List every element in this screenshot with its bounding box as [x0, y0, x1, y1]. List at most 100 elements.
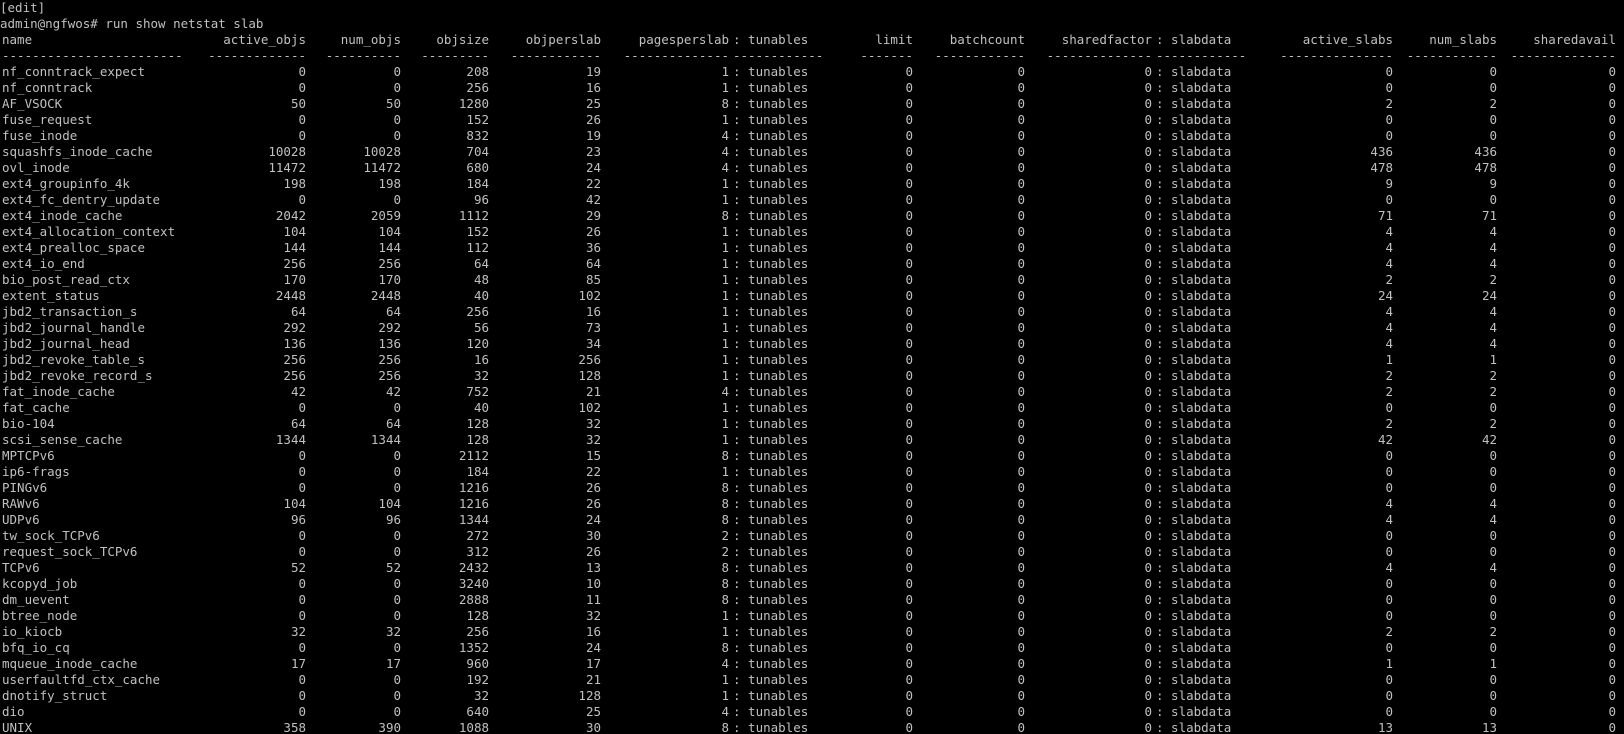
separator-tunables: ------------ [733, 48, 824, 63]
cell-num-slabs: 2 [1489, 368, 1497, 383]
cell-batchcount: 0 [1017, 256, 1025, 271]
cell-batchcount: 0 [1017, 336, 1025, 351]
cell-sharedavail: 0 [1608, 336, 1616, 351]
table-row: jbd2_revoke_record_s 256 256 32 128 1: tunabl… [0, 368, 1624, 384]
cell-tunables: : tunables [733, 208, 809, 223]
cell-limit: 0 [905, 560, 913, 575]
cell-objperslab: 26 [585, 112, 601, 127]
shell-prompt: admin@ngfwos# [0, 16, 98, 31]
cell-active-slabs: 2 [1385, 272, 1393, 287]
cell-limit: 0 [905, 96, 913, 111]
cell-tunables: : tunables [733, 400, 809, 415]
cell-active-objs: 32 [290, 624, 306, 639]
cell-num-slabs: 0 [1489, 464, 1497, 479]
cell-name: tw_sock_TCPv6 [2, 528, 100, 543]
cell-objsize: 184 [466, 464, 489, 479]
edit-context-line: [edit] [0, 0, 46, 15]
separator-objsize: --------- [421, 48, 489, 63]
cell-limit: 0 [905, 304, 913, 319]
cell-objsize: 64 [473, 256, 489, 271]
cell-objperslab: 73 [585, 320, 601, 335]
cell-batchcount: 0 [1017, 528, 1025, 543]
header-objsize: objsize [436, 32, 489, 47]
cell-num-slabs: 0 [1489, 672, 1497, 687]
cell-objperslab: 26 [585, 224, 601, 239]
separator-slabdata: ------------ [1156, 48, 1247, 63]
command-line[interactable]: admin@ngfwos# run show netstat slab [0, 16, 1624, 32]
cell-active-objs: 50 [290, 96, 306, 111]
cell-batchcount: 0 [1017, 640, 1025, 655]
cell-sharedfactor: 0 [1144, 192, 1152, 207]
cell-objperslab: 22 [585, 464, 601, 479]
cell-slabdata: : slabdata [1156, 144, 1232, 159]
header-active-objs: active_objs [223, 32, 306, 47]
header-batchcount: batchcount [949, 32, 1025, 47]
cell-objsize: 2888 [458, 592, 489, 607]
cell-objsize: 1216 [458, 480, 489, 495]
cell-name: jbd2_revoke_table_s [2, 352, 145, 367]
cell-objperslab: 30 [585, 720, 601, 734]
cell-num-objs: 0 [393, 640, 401, 655]
cell-active-slabs: 0 [1385, 192, 1393, 207]
cell-active-slabs: 42 [1377, 432, 1393, 447]
cell-active-objs: 144 [283, 240, 306, 255]
cell-tunables: : tunables [733, 304, 809, 319]
cell-tunables: : tunables [733, 672, 809, 687]
table-row: nf_conntrack_expect 0 0 208 19 1: tunables 0 0 0… [0, 64, 1624, 80]
cell-batchcount: 0 [1017, 576, 1025, 591]
cell-limit: 0 [905, 512, 913, 527]
table-row: request_sock_TCPv6 0 0 312 26 2: tunables 0 0 0:… [0, 544, 1624, 560]
cell-active-objs: 11472 [268, 160, 306, 175]
cell-sharedavail: 0 [1608, 512, 1616, 527]
cell-tunables: : tunables [733, 224, 809, 239]
cell-slabdata: : slabdata [1156, 640, 1232, 655]
cell-active-objs: 0 [298, 80, 306, 95]
cell-active-slabs: 4 [1385, 512, 1393, 527]
cell-slabdata: : slabdata [1156, 624, 1232, 639]
cell-objperslab: 16 [585, 80, 601, 95]
table-row: mqueue_inode_cache 17 17 960 17 4: tunables 0 0… [0, 656, 1624, 672]
cell-limit: 0 [905, 128, 913, 143]
cell-objsize: 1112 [458, 208, 489, 223]
cell-num-objs: 17 [385, 656, 401, 671]
cell-active-slabs: 24 [1377, 288, 1393, 303]
cell-batchcount: 0 [1017, 96, 1025, 111]
cell-active-slabs: 1 [1385, 352, 1393, 367]
cell-limit: 0 [905, 416, 913, 431]
header-slabdata: : slabdata [1156, 32, 1232, 47]
cell-batchcount: 0 [1017, 448, 1025, 463]
cell-name: request_sock_TCPv6 [2, 544, 138, 559]
table-row: RAWv6 104 104 1216 26 8: tunables 0 0 0: slabdat… [0, 496, 1624, 512]
table-row: ext4_groupinfo_4k 198 198 184 22 1: tunables 0… [0, 176, 1624, 192]
cell-num-objs: 0 [393, 688, 401, 703]
cell-sharedavail: 0 [1608, 688, 1616, 703]
cell-active-objs: 0 [298, 128, 306, 143]
cell-limit: 0 [905, 624, 913, 639]
table-separator-row: ------------------------ ------------- -… [0, 48, 1624, 64]
cell-sharedavail: 0 [1608, 400, 1616, 415]
cell-tunables: : tunables [733, 464, 809, 479]
cell-tunables: : tunables [733, 112, 809, 127]
cell-active-slabs: 0 [1385, 64, 1393, 79]
cell-objperslab: 42 [585, 192, 601, 207]
cell-num-objs: 0 [393, 112, 401, 127]
cell-num-objs: 292 [378, 320, 401, 335]
cell-objperslab: 19 [585, 128, 601, 143]
cell-num-slabs: 2 [1489, 272, 1497, 287]
cell-pagesperslab: 1 [721, 288, 729, 303]
cell-sharedfactor: 0 [1144, 688, 1152, 703]
cell-num-objs: 11472 [363, 160, 401, 175]
cell-sharedavail: 0 [1608, 656, 1616, 671]
cell-name: fuse_inode [2, 128, 78, 143]
cell-slabdata: : slabdata [1156, 496, 1232, 511]
cell-active-objs: 2448 [275, 288, 306, 303]
cell-sharedfactor: 0 [1144, 528, 1152, 543]
cell-num-slabs: 0 [1489, 400, 1497, 415]
cell-sharedfactor: 0 [1144, 464, 1152, 479]
cell-active-slabs: 0 [1385, 448, 1393, 463]
cell-objsize: 152 [466, 112, 489, 127]
cell-active-objs: 136 [283, 336, 306, 351]
cell-active-objs: 42 [290, 384, 306, 399]
separator-pagesperslab: -------------- [623, 48, 729, 63]
terminal-window[interactable]: [edit] admin@ngfwos# run show netstat sl… [0, 0, 1624, 734]
